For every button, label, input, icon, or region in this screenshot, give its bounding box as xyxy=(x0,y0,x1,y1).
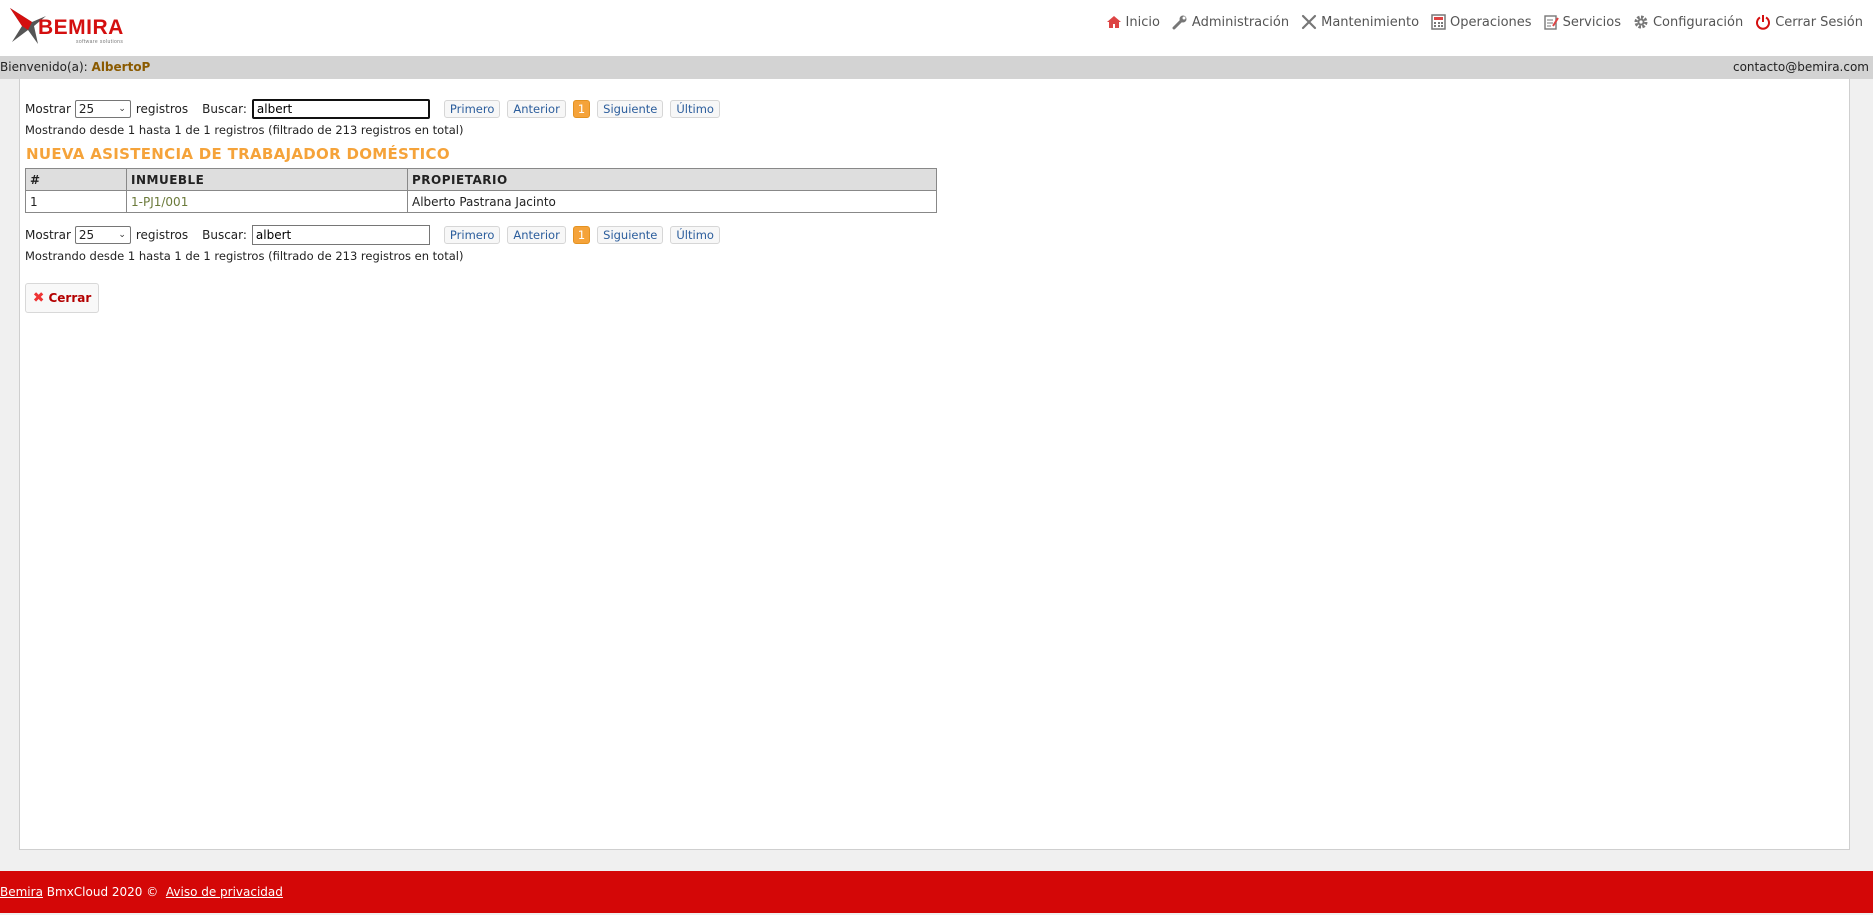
column-header-inmueble[interactable]: INMUEBLE xyxy=(126,168,408,191)
next-page-button[interactable]: Siguiente xyxy=(597,226,664,244)
show-label: Mostrar xyxy=(25,102,71,116)
privacy-link[interactable]: Aviso de privacidad xyxy=(166,885,283,899)
welcome-username: AlbertoP xyxy=(91,60,151,74)
footer: Bemira BmxCloud 2020 © Aviso de privacid… xyxy=(0,871,1873,913)
first-page-button[interactable]: Primero xyxy=(443,100,501,118)
show-label: Mostrar xyxy=(25,228,71,242)
cell-number: 1 xyxy=(25,190,127,213)
current-page-button[interactable]: 1 xyxy=(572,100,591,118)
pagination: Primero Anterior 1 Siguiente Último xyxy=(443,100,727,118)
chevron-down-icon: ⌄ xyxy=(118,104,126,114)
previous-page-button[interactable]: Anterior xyxy=(507,226,566,244)
nav-label: Configuración xyxy=(1652,14,1744,30)
close-button[interactable]: ✖ Cerrar xyxy=(25,283,99,313)
gear-icon xyxy=(1634,15,1648,29)
close-icon: ✖ xyxy=(32,290,45,306)
calculator-icon xyxy=(1431,14,1446,30)
nav-label: Cerrar Sesión xyxy=(1775,14,1863,30)
search-input[interactable] xyxy=(251,99,430,119)
nav-configuracion[interactable]: Configuración xyxy=(1633,14,1743,30)
wrench-icon xyxy=(1172,15,1187,30)
records-label: registros xyxy=(135,228,189,242)
cell-propietario: Alberto Pastrana Jacinto xyxy=(407,190,937,213)
search-label: Buscar: xyxy=(202,228,247,242)
column-header-number[interactable]: # xyxy=(25,168,127,191)
page-size-value: 25 xyxy=(78,102,95,116)
nav-servicios[interactable]: Servicios xyxy=(1543,14,1621,30)
footer-copyright: BmxCloud 2020 © xyxy=(46,885,159,899)
search-input[interactable] xyxy=(251,225,430,245)
nav-label: Inicio xyxy=(1125,14,1160,30)
records-table: # INMUEBLE PROPIETARIO 1 1-PJ1/001 Alber… xyxy=(25,168,937,213)
last-page-button[interactable]: Último xyxy=(670,226,720,244)
home-icon xyxy=(1106,16,1121,28)
notepad-icon xyxy=(1543,15,1559,30)
logo-subtitle: software solutions xyxy=(76,39,124,45)
nav-label: Mantenimiento xyxy=(1321,14,1420,30)
close-button-label: Cerrar xyxy=(48,291,92,305)
table-row[interactable]: 1 1-PJ1/001 Alberto Pastrana Jacinto xyxy=(25,190,937,213)
welcome-bar: Bienvenido(a): AlbertoP contacto@bemira.… xyxy=(0,56,1873,79)
nav-mantenimiento[interactable]: Mantenimiento xyxy=(1301,14,1419,30)
table-header-row: # INMUEBLE PROPIETARIO xyxy=(25,168,937,191)
power-icon xyxy=(1756,15,1771,30)
first-page-button[interactable]: Primero xyxy=(443,226,501,244)
records-info: Mostrando desde 1 hasta 1 de 1 registros… xyxy=(25,249,464,263)
main-panel: Mostrar 25 ⌄ registros Buscar: Primero A… xyxy=(19,79,1850,850)
page-size-value: 25 xyxy=(78,228,95,242)
logo-text: BEMIRA xyxy=(38,16,124,39)
search-label: Buscar: xyxy=(202,102,247,116)
nav-label: Administración xyxy=(1191,14,1290,30)
nav-administracion[interactable]: Administración xyxy=(1172,14,1289,30)
nav-label: Servicios xyxy=(1562,14,1621,30)
pagination: Primero Anterior 1 Siguiente Último xyxy=(443,226,727,244)
cell-inmueble-link[interactable]: 1-PJ1/001 xyxy=(126,190,408,213)
contact-email: contacto@bemira.com xyxy=(1732,60,1869,74)
nav-operaciones[interactable]: Operaciones xyxy=(1431,14,1532,30)
next-page-button[interactable]: Siguiente xyxy=(597,100,664,118)
welcome-label: Bienvenido(a): xyxy=(0,60,88,74)
nav-inicio[interactable]: Inicio xyxy=(1106,15,1160,30)
top-header: BEMIRA software solutions Inicio Adminis… xyxy=(0,0,1873,56)
current-page-button[interactable]: 1 xyxy=(572,226,591,244)
previous-page-button[interactable]: Anterior xyxy=(507,100,566,118)
table-controls-top: Mostrar 25 ⌄ registros Buscar: Primero A… xyxy=(25,99,727,119)
column-header-propietario[interactable]: PROPIETARIO xyxy=(407,168,937,191)
records-info: Mostrando desde 1 hasta 1 de 1 registros… xyxy=(25,123,464,137)
table-controls-bottom: Mostrar 25 ⌄ registros Buscar: Primero A… xyxy=(25,225,727,245)
page-size-select[interactable]: 25 ⌄ xyxy=(74,100,131,118)
page-title: NUEVA ASISTENCIA DE TRABAJADOR DOMÉSTICO xyxy=(26,145,450,163)
records-label: registros xyxy=(135,102,189,116)
nav-label: Operaciones xyxy=(1450,14,1532,30)
chevron-down-icon: ⌄ xyxy=(118,230,126,240)
nav-cerrar-sesion[interactable]: Cerrar Sesión xyxy=(1755,14,1863,30)
page-size-select[interactable]: 25 ⌄ xyxy=(74,226,131,244)
bemira-logo[interactable]: BEMIRA software solutions xyxy=(8,6,138,46)
welcome-text: Bienvenido(a): AlbertoP xyxy=(0,56,150,79)
tools-icon xyxy=(1302,14,1317,30)
main-nav: Inicio Administración Mantenimiento Oper… xyxy=(1094,14,1863,30)
footer-brand-link[interactable]: Bemira xyxy=(0,885,43,899)
last-page-button[interactable]: Último xyxy=(670,100,720,118)
